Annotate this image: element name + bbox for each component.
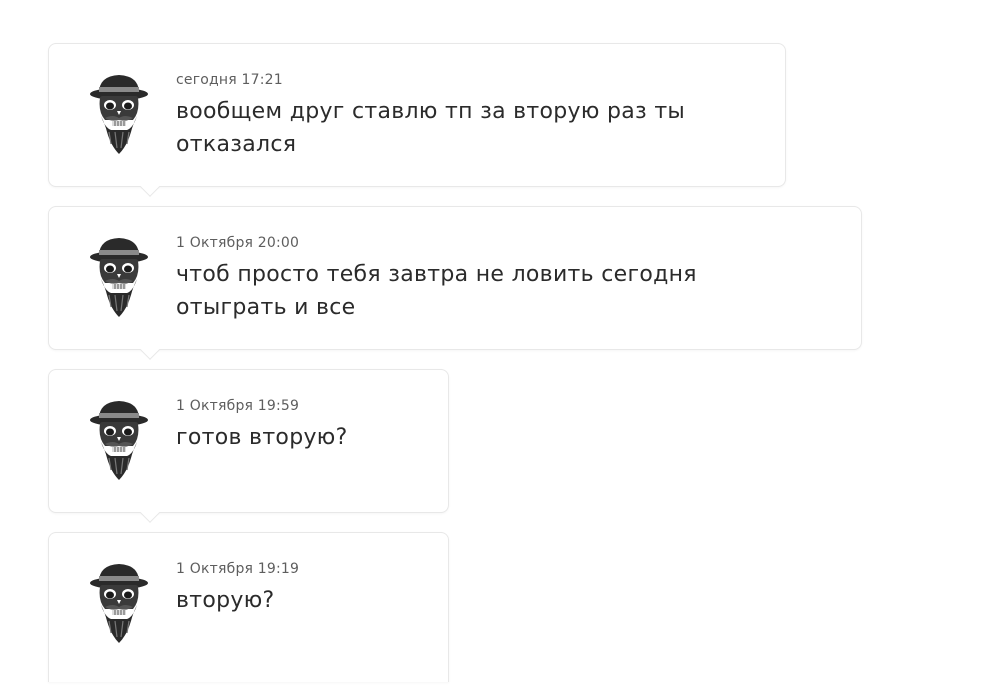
message-timestamp: 1 Октября 19:59 bbox=[176, 398, 300, 414]
skull-hat-beard-avatar-icon[interactable] bbox=[83, 235, 155, 319]
message-text: готов вторую? bbox=[176, 425, 348, 450]
message-card: 1 Октября 19:59 готов вторую? bbox=[48, 369, 449, 523]
message-tail bbox=[140, 177, 160, 197]
message-feed: сегодня 17:21 вообщем друг ставлю тп за … bbox=[0, 0, 1000, 700]
message-tail bbox=[140, 503, 160, 523]
message-timestamp: 1 Октября 20:00 bbox=[176, 235, 300, 251]
message-text: вторую? bbox=[176, 588, 275, 613]
message-tail bbox=[140, 340, 160, 360]
skull-hat-beard-avatar-icon[interactable] bbox=[83, 561, 155, 645]
skull-hat-beard-avatar-icon[interactable] bbox=[83, 72, 155, 156]
message-text: вообщем друг ставлю тп за вторую раз ты … bbox=[176, 99, 686, 157]
message-card: 1 Октября 20:00 чтоб просто тебя завтра … bbox=[48, 206, 862, 360]
message-timestamp: 1 Октября 19:19 bbox=[176, 561, 300, 577]
message-card: сегодня 17:21 вообщем друг ставлю тп за … bbox=[48, 43, 786, 197]
message-timestamp: сегодня 17:21 bbox=[176, 72, 283, 88]
skull-hat-beard-avatar-icon[interactable] bbox=[83, 398, 155, 482]
message-card: 1 Октября 19:19 вторую? bbox=[48, 532, 449, 682]
message-text: чтоб просто тебя завтра не ловить сегодн… bbox=[176, 262, 697, 320]
